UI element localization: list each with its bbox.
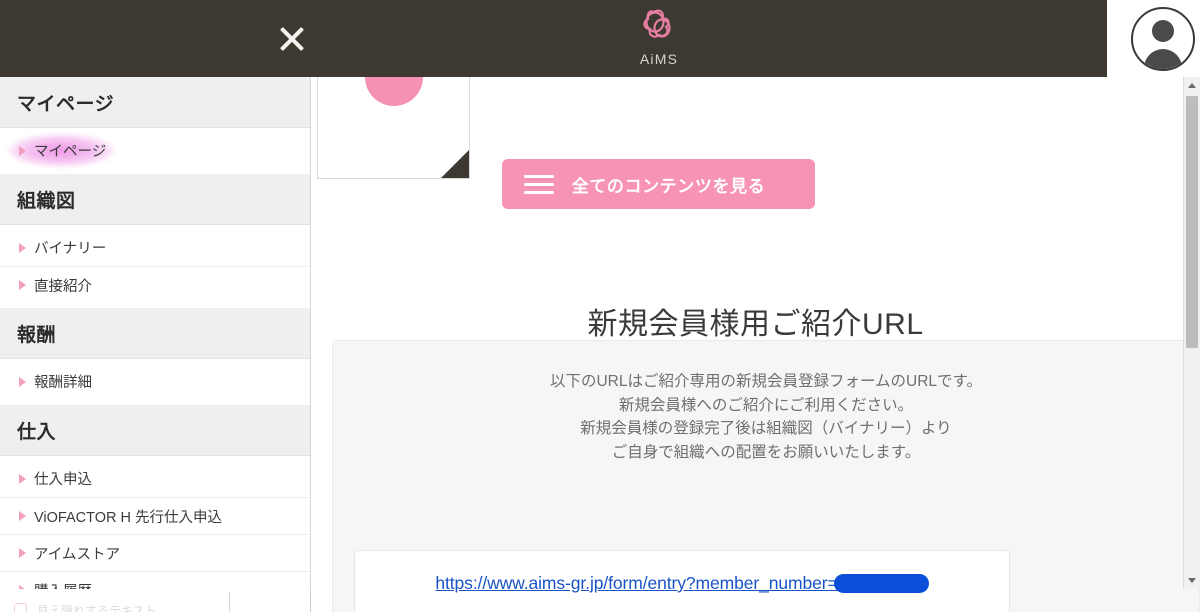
app-root: AiMS マイページ マイページ 組織図 バイナリー 直接紹介 報酬 報酬詳細 …: [0, 0, 1200, 612]
sidebar-item-viofactor-preorder[interactable]: ViOFACTOR H 先行仕入申込: [0, 497, 310, 534]
referral-url-link[interactable]: https://www.aims-gr.jp/form/entry?member…: [435, 573, 837, 593]
sidebar-item-label: バイナリー: [34, 241, 107, 257]
sidebar-item-binary[interactable]: バイナリー: [0, 229, 310, 266]
redaction-blob: [833, 574, 929, 594]
thumbnail-corner-fold: [441, 150, 469, 178]
page-title: 新規会員様用ご紹介URL: [587, 308, 924, 341]
brand-logo: AiMS: [619, 6, 699, 67]
bullet-triangle-icon: [19, 280, 26, 290]
thumbnail-circle-shape: [364, 77, 423, 106]
bullet-triangle-icon: [19, 548, 26, 558]
avatar-head-shape: [1152, 20, 1174, 42]
sidebar-item-label: 購入履歴: [34, 580, 92, 590]
avatar-container: [1107, 0, 1200, 77]
bullet-triangle-icon: [19, 376, 26, 387]
bullet-triangle-icon: [19, 242, 26, 253]
scroll-down-arrow-icon[interactable]: [1184, 572, 1200, 589]
scrollbar-thumb[interactable]: [1186, 96, 1198, 348]
sidebar-item-label: 仕入申込: [34, 472, 92, 488]
sidebar-item-label: マイページ: [34, 144, 107, 160]
sidebar-group-purchase: 仕入申込 ViOFACTOR H 先行仕入申込 アイムストア 購入履歴: [0, 456, 310, 589]
aims-flower-logo-icon: [619, 6, 699, 51]
main-content: 全てのコンテンツを見る 新規会員様用ご紹介URL 以下のURLはご紹介専用の新規…: [311, 77, 1200, 612]
sidebar-nav: マイページ マイページ 組織図 バイナリー 直接紹介 報酬 報酬詳細 仕入 仕入…: [0, 77, 311, 589]
sidebar-item-label: アイムストア: [34, 546, 120, 563]
close-icon[interactable]: [269, 16, 315, 62]
description-line-2: 新規会員様へのご紹介にご利用ください。: [618, 396, 914, 414]
referral-description: 以下のURLはご紹介専用の新規会員登録フォームのURLです。 新規会員様へのご紹…: [333, 341, 1199, 464]
brand-name-text: AiMS: [639, 51, 679, 67]
sidebar-item-label: 報酬詳細: [34, 375, 92, 391]
description-line-1: 以下のURLはご紹介専用の新規会員登録フォームのURLです。: [549, 373, 982, 390]
sidebar-section-title-purchase: 仕入: [0, 405, 310, 456]
sidebar-group-reward: 報酬詳細: [0, 359, 310, 405]
referral-url-panel: 以下のURLはご紹介専用の新規会員登録フォームのURLです。 新規会員様へのご紹…: [332, 340, 1200, 612]
description-line-4: ご自身で組織への配置をお願いいたします。: [611, 443, 921, 461]
hamburger-menu-icon: [524, 170, 554, 199]
sidebar-section-title-org: 組織図: [0, 174, 310, 225]
avatar[interactable]: [1131, 7, 1195, 71]
bottom-strip-divider: [229, 592, 230, 612]
description-line-3: 新規会員様の登録完了後は組織図（バイナリー）より: [580, 420, 952, 437]
bullet-triangle-icon: [19, 511, 26, 521]
view-all-contents-button[interactable]: 全てのコンテンツを見る: [502, 159, 815, 209]
referral-url-card: https://www.aims-gr.jp/form/entry?member…: [354, 550, 1010, 612]
sidebar-item-purchase-apply[interactable]: 仕入申込: [0, 460, 310, 497]
sidebar-group-mypage: マイページ: [0, 128, 310, 174]
sidebar-group-org: バイナリー 直接紹介: [0, 225, 310, 308]
sidebar-item-label: 直接紹介: [34, 278, 92, 295]
sidebar-item-direct-referral[interactable]: 直接紹介: [0, 266, 310, 303]
sidebar-scrollbar[interactable]: [1183, 77, 1200, 589]
bullet-triangle-icon: [19, 473, 26, 484]
sidebar-item-mypage[interactable]: マイページ: [0, 132, 310, 169]
sidebar-item-purchase-history[interactable]: 購入履歴: [0, 571, 310, 589]
sidebar-section-title-mypage: マイページ: [0, 77, 310, 128]
content-thumbnail-card[interactable]: [317, 77, 470, 179]
bottom-status-strip: 見え隠れするテキスト: [0, 589, 311, 612]
view-all-contents-label: 全てのコンテンツを見る: [571, 176, 766, 196]
scroll-up-arrow-icon[interactable]: [1184, 77, 1200, 94]
sidebar-item-label: ViOFACTOR H 先行仕入申込: [34, 509, 222, 526]
bottom-strip-text: 見え隠れするテキスト: [37, 604, 157, 612]
notification-badge-icon: [14, 603, 27, 612]
sidebar-item-aims-store[interactable]: アイムストア: [0, 534, 310, 571]
top-header-bar: AiMS: [0, 0, 1107, 77]
referral-url-row: https://www.aims-gr.jp/form/entry?member…: [355, 573, 1009, 594]
sidebar-item-reward-detail[interactable]: 報酬詳細: [0, 363, 310, 400]
bullet-triangle-icon: [19, 145, 26, 156]
sidebar-section-title-reward: 報酬: [0, 308, 310, 359]
avatar-body-shape: [1144, 49, 1182, 69]
